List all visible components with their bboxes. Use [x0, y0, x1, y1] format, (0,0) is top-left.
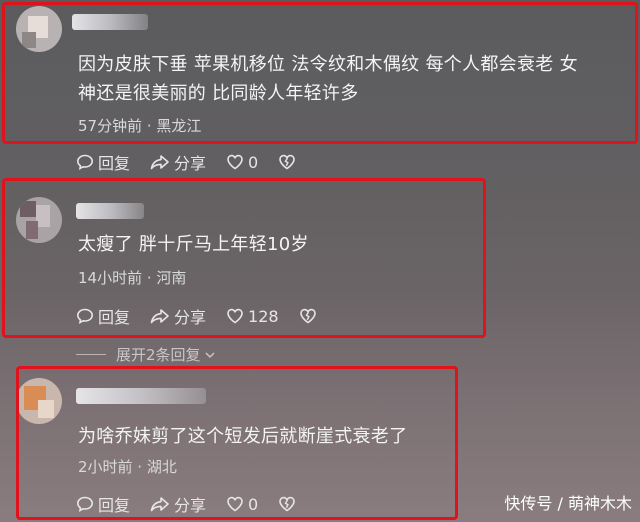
dislike-button[interactable] [299, 307, 321, 325]
share-button[interactable]: 分享 [150, 304, 206, 328]
comment-text: 为啥乔妹剪了这个短发后就断崖式衰老了 [78, 422, 407, 451]
broken-heart-icon [299, 308, 316, 324]
comment-bubble-icon [76, 308, 94, 325]
share-label: 分享 [174, 308, 207, 327]
heart-icon [227, 154, 243, 170]
watermark: 快传号 / 萌神木木 [504, 494, 632, 513]
comment-text: 太瘦了 胖十斤马上年轻10岁 [78, 230, 309, 259]
dislike-button[interactable] [278, 153, 300, 171]
like-button[interactable]: 0 [226, 495, 258, 514]
chevron-down-icon [205, 351, 215, 358]
comment-actions: 回复 分享 128 [76, 304, 341, 328]
heart-icon [227, 496, 243, 512]
comment-item-2: 太瘦了 胖十斤马上年轻10岁 14小时前 · 河南 回复 分享 128 [0, 175, 640, 338]
share-arrow-icon [150, 309, 169, 324]
share-button[interactable]: 分享 [150, 492, 206, 516]
reply-label: 回复 [98, 154, 131, 173]
comment-actions: 回复 分享 0 [76, 492, 320, 516]
comment-bubble-icon [76, 154, 94, 171]
comment-item-1: 因为皮肤下垂 苹果机移位 法令纹和木偶纹 每个人都会衰老 女 神还是很美丽的 比… [0, 0, 640, 175]
comment-text-line: 为啥乔妹剪了这个短发后就断崖式衰老了 [78, 426, 408, 447]
reply-button[interactable]: 回复 [76, 304, 130, 328]
share-button[interactable]: 分享 [150, 150, 206, 174]
comment-actions: 回复 分享 0 [76, 150, 320, 174]
like-count: 128 [248, 306, 279, 326]
broken-heart-icon [279, 154, 296, 170]
comment-text: 因为皮肤下垂 苹果机移位 法令纹和木偶纹 每个人都会衰老 女 神还是很美丽的 比… [78, 50, 638, 108]
broken-heart-icon [279, 496, 296, 512]
comment-meta: 2小时前 · 湖北 [78, 458, 177, 476]
comment-text-line: 太瘦了 胖十斤马上年轻10岁 [78, 234, 309, 255]
like-count: 0 [248, 152, 259, 172]
comment-text-line: 因为皮肤下垂 苹果机移位 法令纹和木偶纹 每个人都会衰老 女 [78, 54, 578, 75]
like-button[interactable]: 128 [226, 307, 279, 326]
comment-meta: 57分钟前 · 黑龙江 [78, 117, 202, 135]
share-arrow-icon [150, 497, 169, 512]
comment-meta: 14小时前 · 河南 [78, 269, 187, 287]
reply-label: 回复 [98, 308, 131, 327]
comment-text-line: 神还是很美丽的 比同龄人年轻许多 [78, 83, 359, 104]
divider [76, 354, 106, 355]
share-label: 分享 [174, 496, 207, 515]
comment-bubble-icon [76, 496, 94, 513]
reply-button[interactable]: 回复 [76, 492, 130, 516]
reply-label: 回复 [98, 496, 131, 515]
like-button[interactable]: 0 [226, 153, 258, 172]
share-label: 分享 [174, 154, 207, 173]
like-count: 0 [248, 494, 259, 514]
heart-icon [227, 308, 243, 324]
reply-button[interactable]: 回复 [76, 150, 130, 174]
share-arrow-icon [150, 155, 169, 170]
dislike-button[interactable] [278, 495, 300, 513]
